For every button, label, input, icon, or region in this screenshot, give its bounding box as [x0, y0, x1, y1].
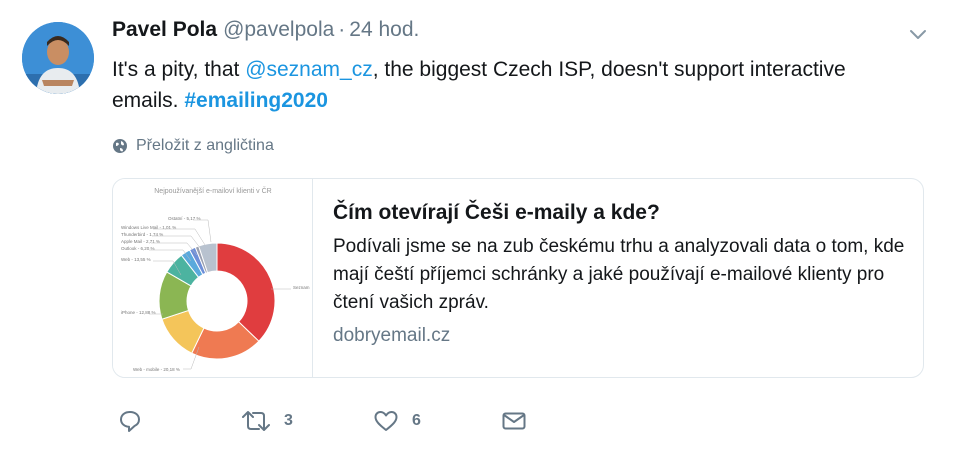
tweet-time[interactable]: 24 hod.: [349, 18, 419, 42]
card-description: Podívali jsme se na zub českému trhu a a…: [333, 236, 905, 313]
card-body: Čím otevírají Češi e-maily a kde? Podíva…: [313, 179, 923, 377]
like-button[interactable]: 6: [372, 408, 421, 434]
retweet-icon: [242, 411, 270, 431]
tweet-text: It's a pity, that @seznam_cz, the bigges…: [112, 54, 912, 116]
thumb-title: Nejpoužívanější e-mailoví klienti v ČR: [154, 186, 272, 195]
separator-dot: ·: [338, 18, 346, 41]
avatar[interactable]: [22, 22, 94, 94]
link-card[interactable]: Nejpoužívanější e-mailoví klienti v ČR O…: [112, 178, 924, 378]
hashtag-link[interactable]: #emailing2020: [184, 89, 328, 112]
mention-link[interactable]: @seznam_cz: [245, 58, 373, 81]
chevron-down-icon[interactable]: [904, 20, 932, 48]
tweet-header: Pavel Pola @pavelpola · 24 hod.: [112, 18, 922, 50]
card-domain: dobryemail.cz: [333, 325, 451, 346]
dm-button[interactable]: [500, 408, 528, 434]
thumb-label: Web - mobile - 20,18 %: [133, 367, 180, 372]
translate-label: Přeložit z angličtina: [136, 137, 274, 154]
pie-slice-seznam: [216, 242, 276, 342]
globe-icon: [113, 139, 127, 153]
translate-link[interactable]: Přeložit z angličtina: [112, 137, 922, 155]
reply-button[interactable]: [117, 408, 143, 434]
retweet-count: 3: [284, 412, 293, 429]
heart-icon: [374, 411, 398, 431]
tweet-content: Pavel Pola @pavelpola · 24 hod. It's a p…: [112, 18, 926, 378]
thumb-label: Seznam: [293, 285, 310, 290]
retweet-button[interactable]: 3: [240, 408, 293, 434]
author-name[interactable]: Pavel Pola: [112, 18, 217, 42]
tweet-actions: 3 6: [112, 408, 532, 440]
envelope-icon: [502, 412, 526, 430]
reply-icon: [120, 411, 140, 432]
card-title: Čím otevírají Češi e-maily a kde?: [333, 201, 660, 224]
thumb-label: Web - 13,55 %: [121, 257, 151, 262]
author-handle[interactable]: @pavelpola: [223, 18, 334, 42]
card-thumbnail: Nejpoužívanější e-mailoví klienti v ČR O…: [113, 179, 313, 377]
tweet-text-part: It's a pity, that: [112, 58, 246, 81]
like-count: 6: [412, 412, 421, 429]
donut-chart: Nejpoužívanější e-mailoví klienti v ČR O…: [121, 186, 310, 372]
